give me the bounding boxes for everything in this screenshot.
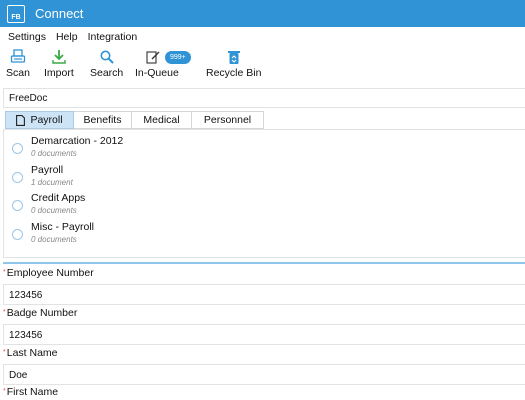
- tab-benefits-label: Benefits: [83, 114, 122, 126]
- employee-number-input[interactable]: 123456: [3, 284, 525, 305]
- tab-personnel[interactable]: Personnel: [192, 111, 264, 129]
- document-icon: [16, 114, 26, 126]
- badge-number-input[interactable]: 123456: [3, 324, 525, 345]
- menu-settings[interactable]: Settings: [8, 31, 46, 43]
- radio-button[interactable]: [12, 200, 23, 211]
- download-icon: [51, 48, 67, 66]
- tab-payroll-label: Payroll: [30, 114, 63, 126]
- badge-number-label-text: Badge Number: [6, 307, 78, 319]
- tab-medical[interactable]: Medical: [132, 111, 192, 129]
- last-name-label: *Last Name: [3, 347, 58, 359]
- document-count: 0 documents: [31, 235, 77, 244]
- required-marker: *: [3, 388, 6, 395]
- scan-button[interactable]: Scan: [6, 48, 30, 79]
- tab-personnel-label: Personnel: [203, 114, 252, 126]
- document-count: 0 documents: [31, 206, 77, 215]
- radio-button[interactable]: [12, 143, 23, 154]
- employee-number-label: *Employee Number: [3, 267, 94, 279]
- section-divider: [3, 262, 525, 264]
- last-name-input[interactable]: Doe: [3, 364, 525, 385]
- scan-label: Scan: [6, 67, 30, 79]
- menu-bar: Settings Help Integration: [0, 28, 139, 46]
- title-bar: FB Connect: [0, 0, 525, 27]
- employee-number-label-text: Employee Number: [6, 267, 94, 279]
- folder-name: Misc - Payroll: [31, 221, 95, 233]
- search-button[interactable]: Search: [90, 48, 123, 79]
- required-marker: *: [3, 349, 6, 356]
- recycle-bin-button[interactable]: Recycle Bin: [206, 48, 261, 79]
- app-title: Connect: [35, 6, 84, 21]
- scanner-icon: [10, 48, 26, 66]
- search-label: Search: [90, 67, 124, 79]
- list-item[interactable]: Payroll 1 document: [4, 164, 525, 190]
- app-logo-icon: FB: [7, 4, 25, 23]
- required-marker: *: [3, 269, 6, 276]
- list-item[interactable]: Credit Apps 0 documents: [4, 192, 525, 218]
- toolbar: Scan Import Search 999+ In-Queue Recycle…: [0, 48, 525, 84]
- search-icon: [99, 48, 115, 66]
- first-name-label-text: First Name: [6, 386, 59, 398]
- folder-name: Demarcation - 2012: [31, 135, 124, 147]
- tab-payroll[interactable]: Payroll: [5, 111, 74, 129]
- badge-number-label: *Badge Number: [3, 307, 77, 319]
- folder-name: Credit Apps: [31, 192, 86, 204]
- menu-integration[interactable]: Integration: [88, 31, 138, 43]
- queue-count-badge: 999+: [165, 51, 191, 64]
- tab-medical-label: Medical: [143, 114, 180, 126]
- in-queue-button[interactable]: 999+ In-Queue: [135, 48, 191, 79]
- document-type-field[interactable]: FreeDoc: [3, 88, 525, 108]
- first-name-label: *First Name: [3, 386, 58, 398]
- tab-benefits[interactable]: Benefits: [74, 111, 132, 129]
- list-item[interactable]: Demarcation - 2012 0 documents: [4, 135, 525, 161]
- required-marker: *: [3, 309, 6, 316]
- document-count: 0 documents: [31, 149, 77, 158]
- document-count: 1 document: [31, 178, 73, 187]
- radio-button[interactable]: [12, 229, 23, 240]
- menu-help[interactable]: Help: [56, 31, 78, 43]
- list-item[interactable]: Misc - Payroll 0 documents: [4, 221, 525, 247]
- import-button[interactable]: Import: [44, 48, 74, 79]
- import-label: Import: [44, 67, 74, 79]
- last-name-label-text: Last Name: [6, 347, 58, 359]
- folder-name: Payroll: [31, 164, 64, 176]
- tab-bar: Payroll Benefits Medical Personnel: [5, 111, 264, 129]
- radio-button[interactable]: [12, 172, 23, 183]
- recycle-bin-label: Recycle Bin: [206, 67, 262, 79]
- in-queue-label: In-Queue: [135, 67, 179, 79]
- recycle-bin-icon: [209, 48, 259, 66]
- folder-list: Demarcation - 2012 0 documents Payroll 1…: [3, 129, 525, 258]
